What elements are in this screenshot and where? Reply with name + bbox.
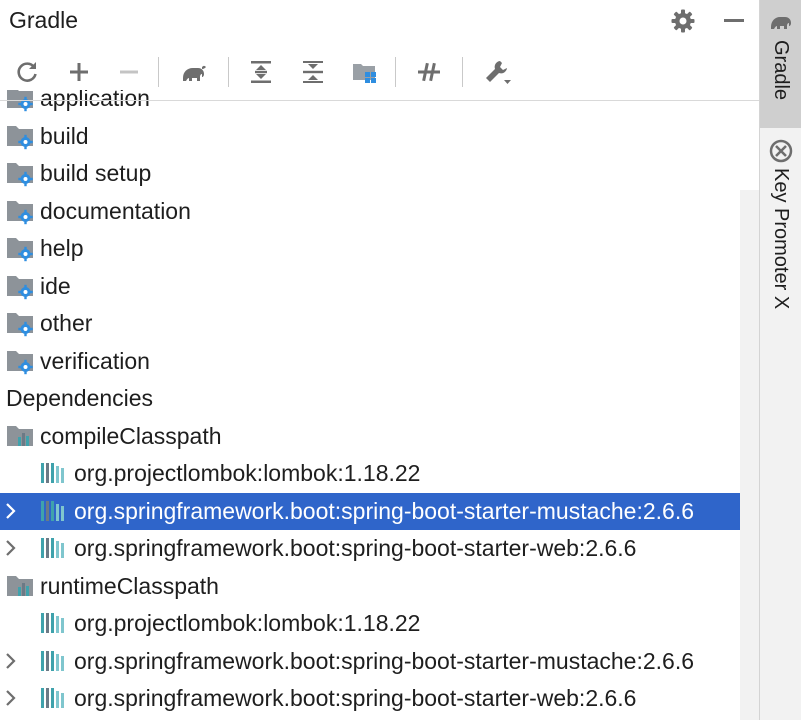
tree-item-label: build	[40, 122, 89, 149]
tool-window-title: Gradle	[9, 7, 79, 33]
plus-icon[interactable]	[62, 52, 96, 92]
gradle-tool-window: Gradle application build build setup doc…	[0, 0, 759, 720]
chevron-right-icon[interactable]	[2, 536, 20, 560]
tree-item-label: org.springframework.boot:spring-boot-sta…	[74, 535, 637, 561]
tree-item-label: org.springframework.boot:spring-boot-sta…	[74, 685, 637, 711]
tree-item-label: build setup	[40, 160, 152, 186]
tree-item-label: documentation	[40, 197, 191, 224]
tree-item-label: ide	[40, 272, 71, 299]
tree-item-label: other	[40, 310, 93, 336]
toggle-offline-icon[interactable]	[412, 52, 446, 92]
group-modules-icon[interactable]	[348, 52, 382, 92]
gradle-project-tree: application build build setup documentation…	[0, 90, 759, 720]
key-promoter-icon	[768, 138, 794, 164]
toolbar-separator	[395, 57, 396, 87]
tree-item-task-group[interactable]: build setup	[0, 155, 759, 192]
tree-item-label: runtimeClasspath	[40, 572, 219, 599]
right-tool-strip: Gradle Key Promoter X	[759, 0, 801, 720]
tree-item-label: org.projectlombok:lombok:1.18.22	[74, 460, 421, 486]
chevron-right-icon[interactable]	[2, 649, 20, 673]
library-icon	[38, 646, 68, 676]
chevron-right-icon[interactable]	[2, 686, 20, 710]
vertical-scrollbar[interactable]	[740, 190, 759, 720]
tree-item-label: Dependencies	[6, 385, 154, 411]
tree-item-dependency[interactable]: org.projectlombok:lombok:1.18.22	[0, 605, 759, 642]
task-folder-icon	[5, 233, 35, 263]
tree-item-dependency[interactable]: org.springframework.boot:spring-boot-sta…	[0, 530, 759, 567]
tree-item-task-group[interactable]: help	[0, 230, 759, 267]
task-folder-icon	[5, 308, 35, 338]
library-icon	[38, 533, 68, 563]
tree-item-label: verification	[40, 347, 150, 374]
gear-icon[interactable]	[670, 8, 696, 34]
minimize-icon[interactable]	[721, 8, 747, 34]
side-tab-key-promoter-label: Key Promoter X	[770, 168, 792, 310]
tree-item-application[interactable]: application	[0, 90, 759, 117]
toolbar-separator	[158, 57, 159, 87]
tree-item-label: org.springframework.boot:spring-boot-sta…	[74, 647, 695, 674]
elephant-icon[interactable]	[177, 52, 211, 92]
toolbar	[0, 52, 759, 92]
task-folder-icon	[5, 346, 35, 376]
tree-item-task-group[interactable]: documentation	[0, 193, 759, 230]
task-folder-icon	[5, 90, 35, 113]
side-tab-gradle[interactable]: Gradle	[760, 0, 801, 128]
tree-item-task-group[interactable]: verification	[0, 343, 759, 380]
tree-item-label: compileClasspath	[40, 422, 222, 449]
side-tab-gradle-label: Gradle	[770, 40, 792, 101]
task-folder-icon	[5, 121, 35, 151]
side-tab-key-promoter[interactable]: Key Promoter X	[760, 132, 801, 322]
toolbar-separator	[462, 57, 463, 87]
tree-item-task-group[interactable]: other	[0, 305, 759, 342]
library-icon	[38, 683, 68, 713]
settings-wrench-icon[interactable]	[480, 52, 514, 92]
chevron-right-icon[interactable]	[2, 499, 20, 523]
library-icon	[38, 458, 68, 488]
reload-icon[interactable]	[10, 52, 44, 92]
toolbar-divider	[0, 100, 759, 101]
elephant-icon	[768, 8, 794, 34]
minus-icon[interactable]	[112, 52, 146, 92]
task-folder-icon	[5, 158, 35, 188]
library-icon	[38, 608, 68, 638]
task-folder-icon	[5, 196, 35, 226]
tree-item-dependencies[interactable]: Dependencies	[0, 380, 759, 417]
collapse-all-icon[interactable]	[296, 52, 330, 92]
tree-item-label: help	[40, 235, 84, 261]
tool-window-header: Gradle	[0, 0, 759, 42]
classpath-icon	[5, 421, 35, 451]
toolbar-separator	[228, 57, 229, 87]
library-icon	[38, 496, 68, 526]
tree-item-dependency[interactable]: org.springframework.boot:spring-boot-sta…	[0, 643, 759, 680]
tree-item-label: org.projectlombok:lombok:1.18.22	[74, 610, 421, 636]
tree-item-compile-classpath[interactable]: compileClasspath	[0, 418, 759, 455]
tree-item-dependency[interactable]: org.projectlombok:lombok:1.18.22	[0, 455, 759, 492]
tree-item-task-group[interactable]: ide	[0, 268, 759, 305]
classpath-icon	[5, 571, 35, 601]
tree-item-dependency[interactable]: org.springframework.boot:spring-boot-sta…	[0, 492, 759, 530]
expand-all-icon[interactable]	[244, 52, 278, 92]
tree-item-label: org.springframework.boot:spring-boot-sta…	[74, 497, 695, 524]
tree-item-runtime-classpath[interactable]: runtimeClasspath	[0, 568, 759, 605]
tree-item-dependency[interactable]: org.springframework.boot:spring-boot-sta…	[0, 680, 759, 717]
tree-item-task-group[interactable]: build	[0, 118, 759, 155]
tree-item-label: application	[40, 90, 150, 111]
task-folder-icon	[5, 271, 35, 301]
